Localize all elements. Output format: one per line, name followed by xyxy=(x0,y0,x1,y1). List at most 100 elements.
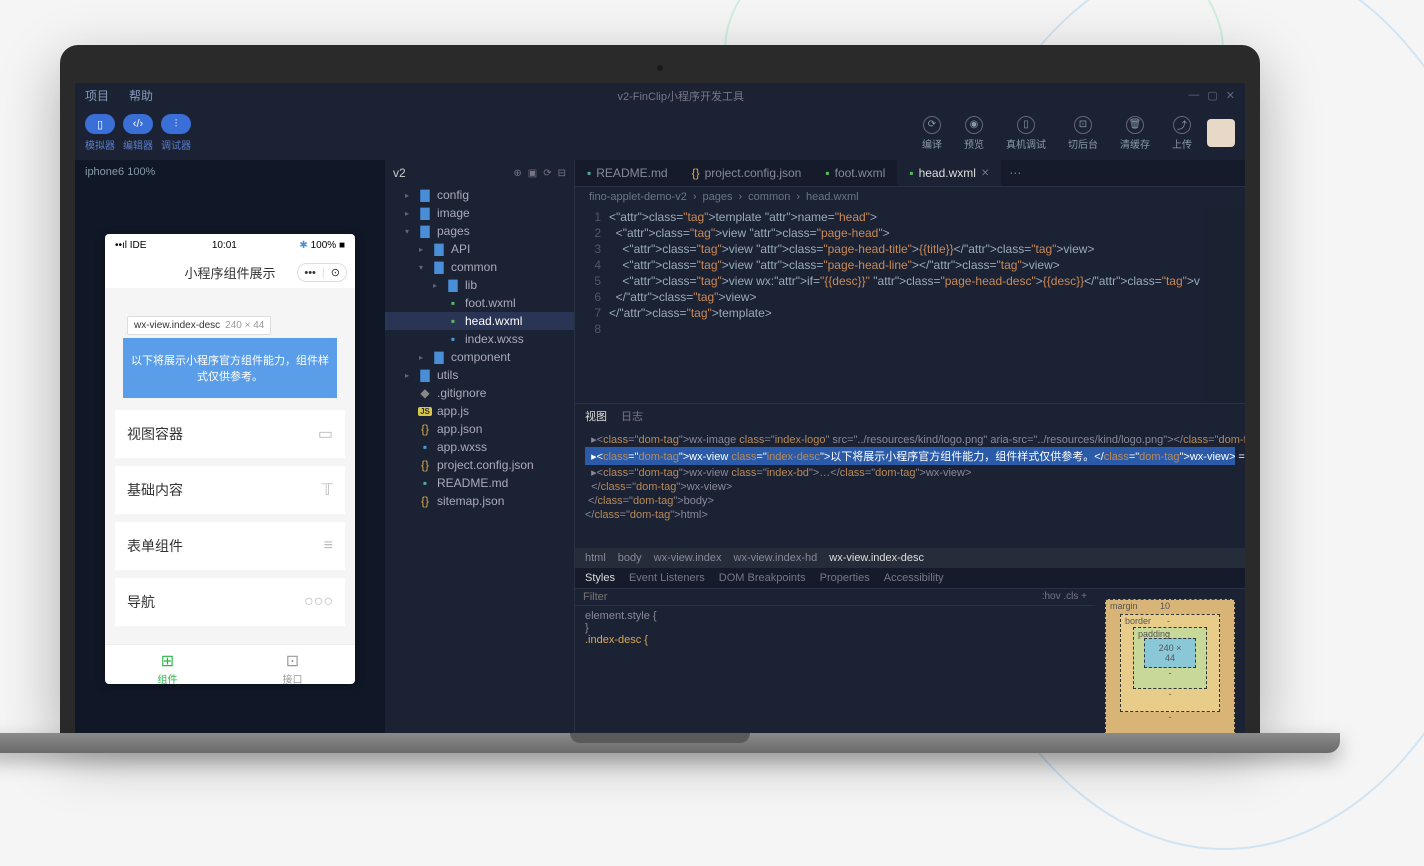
tree-item[interactable]: ▸▇component xyxy=(385,348,574,366)
debugger-button[interactable]: ⫶ 调试器 xyxy=(161,114,191,152)
refresh-icon[interactable]: ⟳ xyxy=(543,168,551,179)
ide-window: 项目 帮助 v2-FinClip小程序开发工具 — ▢ ✕ ▯ 模拟器 ‹/› xyxy=(75,83,1245,733)
dom-crumb[interactable]: body xyxy=(618,552,642,564)
breadcrumb-item[interactable]: fino-applet-demo-v2 xyxy=(589,191,687,203)
close-icon[interactable]: ✕ xyxy=(981,168,989,179)
devtools-tab-log[interactable]: 日志 xyxy=(621,408,643,424)
compile-button[interactable]: ⟳编译 xyxy=(922,116,942,151)
phone-simulator: ••ıl IDE ⁠ 10:01 ✱ 100% ■ 小程序组件展示 •••|⊙ … xyxy=(105,234,355,684)
trash-icon: 🗑 xyxy=(1126,116,1144,134)
dom-view[interactable]: ▸<class="dom-tag">wx-image class="index-… xyxy=(575,428,1245,548)
preview-button[interactable]: ◉预览 xyxy=(964,116,984,151)
menu-help[interactable]: 帮助 xyxy=(129,87,153,104)
tree-item[interactable]: ▪index.wxss xyxy=(385,330,574,348)
simulator-button[interactable]: ▯ 模拟器 xyxy=(85,114,115,152)
tree-item[interactable]: {}app.json xyxy=(385,420,574,438)
breadcrumb-item[interactable]: head.wxml xyxy=(806,191,859,203)
list-item[interactable]: 基础内容𝕋 xyxy=(115,466,345,514)
dom-crumb[interactable]: wx-view.index-hd xyxy=(734,552,818,564)
tree-item[interactable]: ▪app.wxss xyxy=(385,438,574,456)
collapse-icon[interactable]: ⊟ xyxy=(558,168,566,179)
editor-tab[interactable]: ▪head.wxml✕ xyxy=(897,160,1001,186)
laptop-mockup: 项目 帮助 v2-FinClip小程序开发工具 — ▢ ✕ ▯ 模拟器 ‹/› xyxy=(60,45,1260,753)
tree-item[interactable]: ▾▇pages xyxy=(385,222,574,240)
editor-tab[interactable]: ▪README.md xyxy=(575,160,680,186)
tree-item[interactable]: ▾▇common xyxy=(385,258,574,276)
grid-icon: ⊞ xyxy=(111,651,224,671)
dom-breadcrumb: html body wx-view.index wx-view.index-hd wx-… xyxy=(575,548,1245,568)
minimize-icon[interactable]: — xyxy=(1188,89,1199,102)
compile-icon: ⟳ xyxy=(923,116,941,134)
breadcrumb-item[interactable]: common xyxy=(748,191,790,203)
devtools-tab-view[interactable]: 视图 xyxy=(585,408,607,424)
dom-crumb[interactable]: html xyxy=(585,552,606,564)
code-editor[interactable]: 12345678 <"attr">class="tag">template "a… xyxy=(575,207,1245,403)
tree-item[interactable]: ▸▇image xyxy=(385,204,574,222)
time-label: 10:01 xyxy=(212,240,237,251)
new-file-icon[interactable]: ⊕ xyxy=(513,168,521,179)
css-rules[interactable]: element.style {}.index-desc {</span></di… xyxy=(575,606,1095,733)
background-button[interactable]: ⊡切后台 xyxy=(1068,116,1098,151)
remote-debug-button[interactable]: ▯真机调试 xyxy=(1006,116,1046,151)
editor-button[interactable]: ‹/› 编辑器 xyxy=(123,114,153,152)
dom-crumb[interactable]: wx-view.index-desc xyxy=(829,552,924,564)
styles-tab[interactable]: Event Listeners xyxy=(629,572,705,584)
tree-item[interactable]: ▪foot.wxml xyxy=(385,294,574,312)
tab-component[interactable]: ⊞组件 xyxy=(105,645,230,692)
menu-project[interactable]: 项目 xyxy=(85,87,109,104)
tree-item[interactable]: ▪head.wxml xyxy=(385,312,574,330)
breadcrumb-item[interactable]: pages xyxy=(703,191,733,203)
code-icon: ‹/› xyxy=(123,114,153,134)
editor-tab[interactable]: ▪foot.wxml xyxy=(813,160,897,186)
toolbar: ▯ 模拟器 ‹/› 编辑器 ⫶ 调试器 ⟳编译 ◉预览 ▯真机调试 xyxy=(75,108,1245,160)
phone-icon: ▯ xyxy=(85,114,115,134)
menubar: 项目 帮助 v2-FinClip小程序开发工具 — ▢ ✕ xyxy=(75,83,1245,108)
styles-tab[interactable]: Properties xyxy=(820,572,870,584)
styles-filter-input[interactable] xyxy=(583,591,1042,603)
phone-tabbar: ⊞组件 ⊡接口 xyxy=(105,644,355,692)
inspect-tooltip: wx-view.index-desc240 × 44 xyxy=(127,316,271,335)
debug-icon: ⫶ xyxy=(161,114,191,134)
tree-item[interactable]: ◆.gitignore xyxy=(385,384,574,402)
tree-item[interactable]: {}project.config.json xyxy=(385,456,574,474)
clear-cache-button[interactable]: 🗑清缓存 xyxy=(1120,116,1150,151)
styles-tab[interactable]: Styles xyxy=(585,572,615,584)
phone-statusbar: ••ıl IDE ⁠ 10:01 ✱ 100% ■ xyxy=(105,234,355,257)
device-status: iphone6 100% xyxy=(75,160,385,184)
list-item[interactable]: 视图容器▭ xyxy=(115,410,345,458)
list-item[interactable]: 表单组件≡ xyxy=(115,522,345,570)
maximize-icon[interactable]: ▢ xyxy=(1207,89,1217,102)
battery-label: ✱ 100% ■ xyxy=(299,240,345,251)
styles-tab[interactable]: Accessibility xyxy=(884,572,944,584)
tab-more-icon[interactable]: ⋯ xyxy=(1001,166,1029,180)
hov-cls-toggle[interactable]: :hov .cls + xyxy=(1042,591,1087,603)
menu-dots-icon: ••• xyxy=(304,267,316,279)
editor-tab[interactable]: {}project.config.json xyxy=(680,160,814,186)
editor-tabs: ▪README.md{}project.config.json▪foot.wxm… xyxy=(575,160,1245,187)
tree-item[interactable]: ▸▇API xyxy=(385,240,574,258)
capsule-menu[interactable]: •••|⊙ xyxy=(297,263,347,282)
tree-root[interactable]: v2 xyxy=(393,166,406,180)
tree-item[interactable]: ▪README.md xyxy=(385,474,574,492)
tree-item[interactable]: JSapp.js xyxy=(385,402,574,420)
styles-tab[interactable]: DOM Breakpoints xyxy=(719,572,806,584)
tree-item[interactable]: {}sitemap.json xyxy=(385,492,574,510)
tree-item[interactable]: ▸▇utils xyxy=(385,366,574,384)
upload-button[interactable]: ⤴上传 xyxy=(1172,116,1192,151)
tree-item[interactable]: ▸▇lib xyxy=(385,276,574,294)
box-model: margin 10 border - padding - xyxy=(1095,589,1245,733)
new-folder-icon[interactable]: ▣ xyxy=(528,168,537,179)
close-icon[interactable]: ✕ xyxy=(1226,89,1235,102)
file-tree-panel: v2 ⊕ ▣ ⟳ ⊟ ▸▇config▸▇image▾▇pages▸▇API▾▇… xyxy=(385,160,575,733)
simulator-panel: iphone6 100% ••ıl IDE ⁠ 10:01 ✱ 100% ■ 小… xyxy=(75,160,385,733)
upload-icon: ⤴ xyxy=(1173,116,1191,134)
dom-crumb[interactable]: wx-view.index xyxy=(654,552,722,564)
editor-panel: ▪README.md{}project.config.json▪foot.wxm… xyxy=(575,160,1245,733)
window-title: v2-FinClip小程序开发工具 xyxy=(173,88,1188,104)
tree-item[interactable]: ▸▇config xyxy=(385,186,574,204)
list-item[interactable]: 导航○○○ xyxy=(115,578,345,626)
minimap[interactable] xyxy=(1205,207,1245,403)
highlighted-element: 以下将展示小程序官方组件能力，组件样式仅供参考。 xyxy=(123,338,337,398)
tab-api[interactable]: ⊡接口 xyxy=(230,645,355,692)
user-avatar[interactable] xyxy=(1207,119,1235,147)
